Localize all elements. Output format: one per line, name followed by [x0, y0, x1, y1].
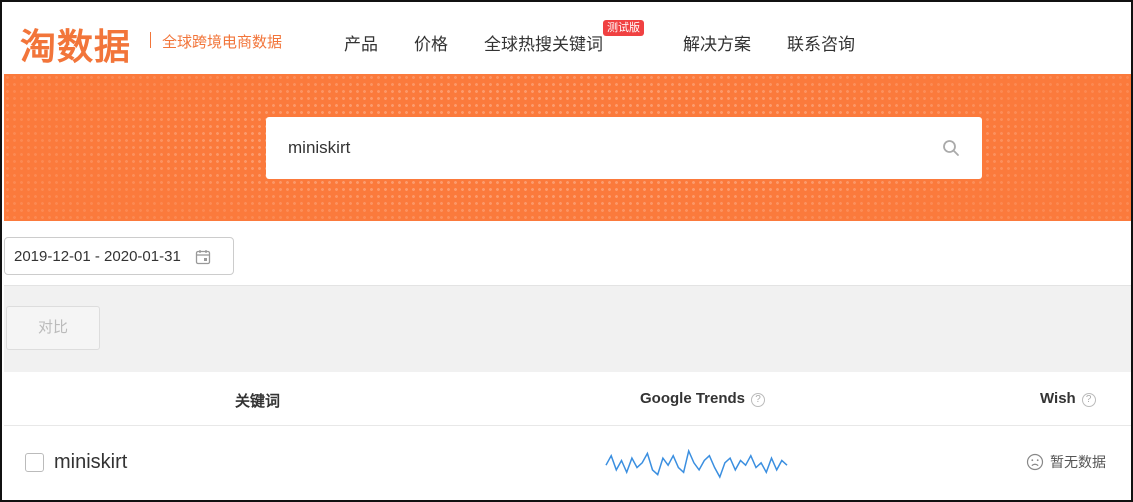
compare-toolbar: 对比 [4, 285, 1131, 372]
calendar-icon [195, 250, 211, 265]
column-label: 关键词 [235, 393, 281, 410]
column-header-wish: Wish? [1040, 390, 1096, 407]
nav-label: 全球热搜关键词 [484, 35, 603, 54]
search-icon[interactable] [942, 139, 960, 157]
row-checkbox[interactable] [25, 453, 44, 472]
logo-divider [150, 32, 151, 48]
nav-label: 联系咨询 [787, 35, 855, 54]
search-banner [4, 74, 1131, 221]
compare-button[interactable]: 对比 [6, 306, 100, 350]
nav-label: 产品 [344, 35, 378, 54]
top-header: 淘数据 全球跨境电商数据 产品 价格 全球热搜关键词 测试版 解决方案 联系咨询 [4, 4, 1131, 74]
help-icon[interactable]: ? [751, 393, 766, 407]
logo[interactable]: 淘数据 [20, 18, 131, 70]
column-header-keyword: 关键词 [235, 390, 280, 411]
nav-item-hot-keywords[interactable]: 全球热搜关键词 测试版 [484, 20, 644, 55]
table-row: miniskirt 暂无数据 [4, 427, 1131, 499]
nav-item-products[interactable]: 产品 [344, 30, 378, 55]
search-box [266, 117, 982, 179]
tagline: 全球跨境电商数据 [162, 34, 283, 51]
column-header-google-trends: Google Trends? [640, 390, 766, 407]
help-icon[interactable]: ? [1081, 393, 1096, 407]
nav-label: 价格 [414, 35, 448, 54]
nav-label: 解决方案 [683, 35, 751, 54]
google-trends-sparkline [605, 449, 788, 479]
sparkline-series [605, 449, 788, 479]
app-frame: 淘数据 全球跨境电商数据 产品 价格 全球热搜关键词 测试版 解决方案 联系咨询… [0, 0, 1133, 502]
date-range-text: 2019-12-01 - 2020-01-31 [14, 248, 181, 265]
nav-item-contact[interactable]: 联系咨询 [787, 30, 855, 55]
beta-badge: 测试版 [603, 20, 644, 36]
column-label: Google Trends [640, 390, 746, 407]
column-label: Wish [1040, 390, 1076, 407]
row-keyword: miniskirt [54, 451, 128, 473]
sad-face-icon [1026, 453, 1044, 471]
nav-item-solutions[interactable]: 解决方案 [683, 30, 751, 55]
table-header: 关键词 Google Trends? Wish? [4, 372, 1131, 426]
search-input[interactable] [288, 135, 908, 161]
date-range-picker[interactable]: 2019-12-01 - 2020-01-31 [4, 237, 234, 275]
nav-item-pricing[interactable]: 价格 [414, 30, 448, 55]
no-data-text: 暂无数据 [1050, 454, 1106, 470]
wish-status: 暂无数据 [1026, 452, 1106, 472]
main-nav: 产品 价格 全球热搜关键词 测试版 解决方案 联系咨询 [344, 20, 891, 55]
